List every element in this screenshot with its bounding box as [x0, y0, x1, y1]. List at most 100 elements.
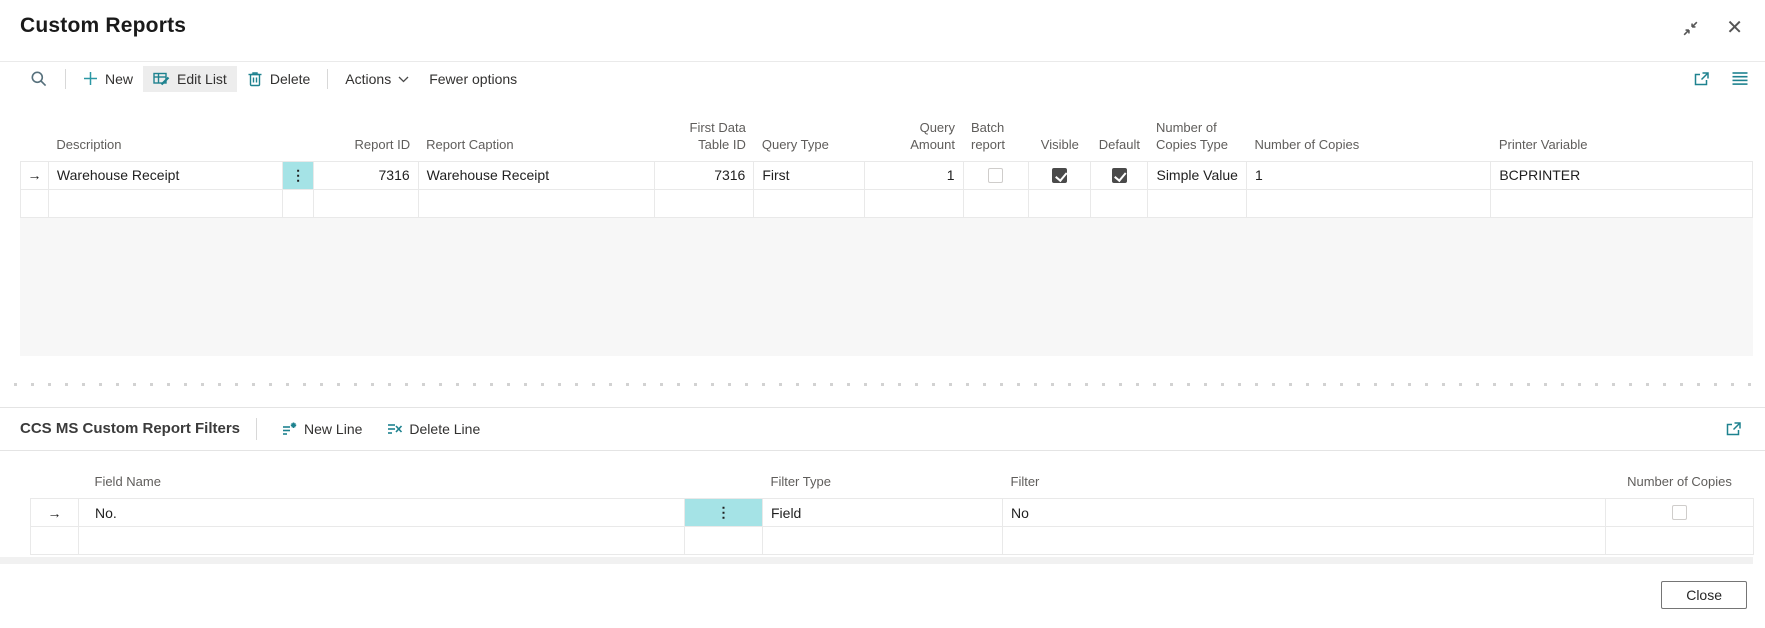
empty-cell[interactable]: [1491, 189, 1753, 217]
report-table-header-row: Description Report ID Report Caption Fir…: [21, 113, 1753, 161]
filter-table: Field Name Filter Type Filter Number of …: [30, 451, 1754, 556]
delete-button[interactable]: Delete: [237, 65, 320, 92]
toolbar-divider: [65, 69, 66, 89]
first-data-table-id-cell[interactable]: 7316: [654, 161, 754, 189]
report-filters-grid: Field Name Filter Type Filter Number of …: [30, 451, 1765, 556]
visible-checkbox[interactable]: [1052, 168, 1067, 183]
empty-cell[interactable]: [1606, 527, 1754, 555]
default-cell: [1091, 161, 1148, 189]
col-filter-type[interactable]: Filter Type: [763, 451, 1003, 499]
col-printer-variable[interactable]: Printer Variable: [1491, 113, 1753, 161]
col-first-data-table-id[interactable]: First Data Table ID: [654, 113, 754, 161]
report-caption-cell[interactable]: Warehouse Receipt: [418, 161, 654, 189]
visible-cell: [1029, 161, 1091, 189]
cell-more-options-icon[interactable]: ⋮: [283, 161, 314, 189]
grid-empty-area: [20, 218, 1753, 356]
query-amount-cell[interactable]: 1: [864, 161, 963, 189]
filter-cell[interactable]: No: [1003, 499, 1606, 527]
plus-icon: [83, 71, 98, 86]
query-type-cell[interactable]: First: [754, 161, 864, 189]
filters-section-header: CCS MS Custom Report Filters New Line De…: [0, 407, 1765, 451]
close-icon[interactable]: ✕: [1726, 18, 1743, 38]
edit-list-icon: [153, 71, 170, 87]
empty-cell[interactable]: [654, 189, 754, 217]
field-name-cell[interactable]: No.: [79, 499, 685, 527]
empty-cell[interactable]: [48, 189, 282, 217]
cell-more-options-icon[interactable]: ⋮: [685, 499, 763, 527]
col-number-of-copies[interactable]: Number of Copies: [1606, 451, 1754, 499]
new-line-icon: [281, 421, 298, 437]
delete-line-button[interactable]: Delete Line: [378, 417, 488, 441]
share-icon: [1724, 420, 1743, 438]
bottom-scroll-strip: [0, 557, 1753, 564]
empty-cell[interactable]: [763, 527, 1003, 555]
share-button[interactable]: [1724, 420, 1743, 438]
empty-cell[interactable]: [79, 527, 685, 555]
empty-cell[interactable]: [1246, 189, 1490, 217]
empty-cell[interactable]: [1148, 189, 1246, 217]
filter-row-no: → No. ⋮ Field No: [31, 499, 1754, 527]
batch-report-checkbox[interactable]: [988, 168, 1003, 183]
empty-cell[interactable]: [1003, 527, 1606, 555]
toolbar-right-icons: [1692, 70, 1749, 88]
share-button[interactable]: [1692, 70, 1711, 88]
col-batch-report[interactable]: Batch report: [963, 113, 1029, 161]
titlebar: Custom Reports ✕: [0, 0, 1765, 62]
close-button[interactable]: Close: [1661, 581, 1747, 609]
report-id-cell[interactable]: 7316: [314, 161, 419, 189]
col-field-name[interactable]: Field Name: [79, 451, 685, 499]
number-of-copies-cell[interactable]: 1: [1246, 161, 1490, 189]
filter-type-cell[interactable]: Field: [763, 499, 1003, 527]
col-more: [283, 113, 314, 161]
collapse-icon[interactable]: [1681, 19, 1700, 38]
col-query-amount[interactable]: Query Amount: [864, 113, 963, 161]
col-report-id[interactable]: Report ID: [314, 113, 419, 161]
fewer-options-button[interactable]: Fewer options: [419, 66, 527, 92]
printer-variable-cell[interactable]: BCPRINTER: [1491, 161, 1753, 189]
description-cell[interactable]: Warehouse Receipt: [48, 161, 282, 189]
col-number-of-copies-type[interactable]: Number of Copies Type: [1148, 113, 1246, 161]
col-visible[interactable]: Visible: [1029, 113, 1091, 161]
section-divider: [256, 418, 257, 440]
empty-cell[interactable]: [754, 189, 864, 217]
col-default[interactable]: Default: [1091, 113, 1148, 161]
empty-cell[interactable]: [864, 189, 963, 217]
default-checkbox[interactable]: [1112, 168, 1127, 183]
empty-cell[interactable]: [418, 189, 654, 217]
col-number-of-copies[interactable]: Number of Copies: [1246, 113, 1490, 161]
empty-cell[interactable]: [1091, 189, 1148, 217]
col-report-caption[interactable]: Report Caption: [418, 113, 654, 161]
col-query-type[interactable]: Query Type: [754, 113, 864, 161]
empty-cell[interactable]: [685, 527, 763, 555]
empty-cell[interactable]: [1029, 189, 1091, 217]
window-controls: ✕: [1681, 18, 1743, 38]
new-button[interactable]: New: [73, 66, 143, 92]
empty-cell[interactable]: [21, 189, 49, 217]
empty-cell[interactable]: [963, 189, 1029, 217]
trash-icon: [247, 70, 263, 87]
col-more: [685, 451, 763, 499]
actions-menu-label: Actions: [345, 71, 391, 87]
row-marker-header: [21, 113, 49, 161]
toolbar-divider: [327, 69, 328, 89]
search-icon: [30, 70, 48, 88]
actions-menu-button[interactable]: Actions: [335, 66, 419, 92]
col-description[interactable]: Description: [48, 113, 282, 161]
search-button[interactable]: [20, 65, 58, 93]
row-marker-header: [31, 451, 79, 499]
empty-cell[interactable]: [283, 189, 314, 217]
active-row-arrow-icon: →: [31, 499, 79, 527]
number-of-copies-type-cell[interactable]: Simple Value: [1148, 161, 1246, 189]
delete-line-label: Delete Line: [409, 421, 480, 437]
chevron-down-icon: [398, 75, 409, 83]
edit-list-button-label: Edit List: [177, 71, 227, 87]
empty-cell[interactable]: [314, 189, 419, 217]
col-filter[interactable]: Filter: [1003, 451, 1606, 499]
edit-list-button[interactable]: Edit List: [143, 66, 237, 92]
section-dotted-divider: [14, 383, 1751, 386]
list-view-button[interactable]: [1731, 71, 1749, 86]
new-line-button[interactable]: New Line: [273, 417, 370, 441]
filters-section-title: CCS MS Custom Report Filters: [20, 420, 240, 437]
empty-cell[interactable]: [31, 527, 79, 555]
number-of-copies-checkbox[interactable]: [1672, 505, 1687, 520]
